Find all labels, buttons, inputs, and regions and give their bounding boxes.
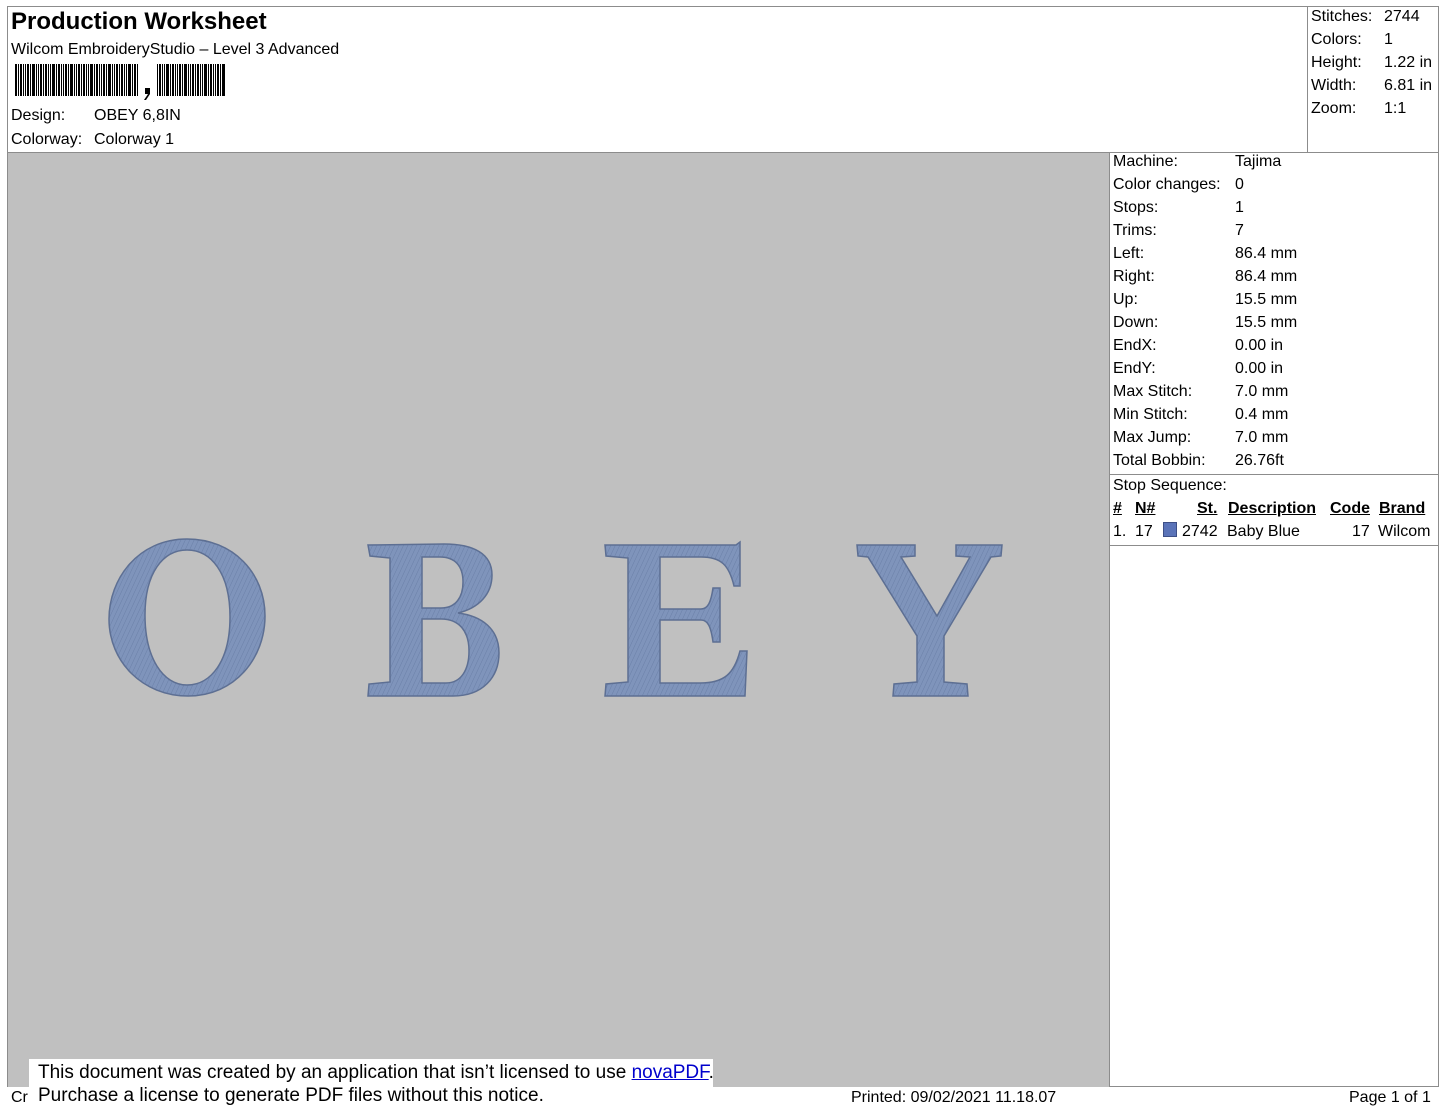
row-index: 1.: [1113, 523, 1127, 540]
column-header: Brand: [1379, 500, 1426, 517]
notice-text: This document was created by an applicat…: [38, 1062, 632, 1083]
column-header: N#: [1135, 500, 1156, 517]
embroidery-letters: [108, 538, 1003, 697]
summary-value: 1: [1384, 31, 1393, 48]
machine-info-value: Tajima: [1235, 153, 1282, 170]
machine-info-label: Up:: [1113, 291, 1138, 308]
row-code: 17: [1352, 523, 1370, 540]
design-label: Design:: [11, 107, 66, 124]
column-header: Description: [1228, 500, 1317, 517]
machine-info-value: 26.76ft: [1235, 452, 1284, 469]
machine-info-label: Stops:: [1113, 199, 1159, 216]
barcode-image: [15, 64, 225, 100]
summary-label: Colors:: [1311, 31, 1362, 48]
notice-period: .: [708, 1062, 714, 1083]
row-description: Baby Blue: [1227, 523, 1300, 540]
machine-info-label: Max Jump:: [1113, 429, 1192, 446]
machine-info-label: Left:: [1113, 245, 1145, 262]
machine-info-label: Machine:: [1113, 153, 1178, 170]
machine-info-value: 15.5 mm: [1235, 314, 1298, 331]
sidepanel-divider: [1109, 152, 1110, 1087]
machine-info-value: 86.4 mm: [1235, 268, 1298, 285]
colorway-label: Colorway:: [11, 131, 83, 148]
letter-y: [856, 544, 1003, 697]
machine-info-label: Color changes:: [1113, 176, 1221, 193]
stop-sequence-bottom-divider: [1109, 545, 1439, 546]
design-value: OBEY 6,8IN: [94, 107, 181, 124]
machine-info-label: Right:: [1113, 268, 1155, 285]
machine-info-value: 7.0 mm: [1235, 429, 1289, 446]
color-swatch: [1163, 522, 1177, 537]
page-title: Production Worksheet: [11, 8, 267, 35]
summary-value: 6.81 in: [1384, 77, 1433, 94]
letter-o: [108, 538, 266, 697]
stop-sequence-top-divider: [1109, 474, 1439, 475]
row-brand: Wilcom: [1378, 523, 1431, 540]
machine-info-value: 7.0 mm: [1235, 383, 1289, 400]
machine-info-label: EndX:: [1113, 337, 1157, 354]
machine-info-value: 0.4 mm: [1235, 406, 1289, 423]
letter-b: [367, 543, 500, 697]
machine-info-label: EndY:: [1113, 360, 1156, 377]
machine-info-value: 1: [1235, 199, 1244, 216]
page-number: Page 1 of 1: [1349, 1089, 1431, 1106]
summary-value: 2744: [1384, 8, 1420, 25]
novapdf-link[interactable]: novaPDF: [632, 1062, 709, 1083]
machine-info-label: Total Bobbin:: [1113, 452, 1206, 469]
machine-info-value: 7: [1235, 222, 1244, 239]
summary-value: 1.22 in: [1384, 54, 1433, 71]
frame-right: [1438, 6, 1439, 1087]
summary-label: Zoom:: [1311, 100, 1357, 117]
machine-info-label: Trims:: [1113, 222, 1157, 239]
machine-info-label: Max Stitch:: [1113, 383, 1193, 400]
license-notice: This document was created by an applicat…: [29, 1059, 714, 1112]
machine-info-value: 86.4 mm: [1235, 245, 1298, 262]
frame-top: [7, 6, 1439, 7]
stop-sequence-title: Stop Sequence:: [1113, 477, 1227, 494]
letter-e: [604, 540, 748, 697]
machine-info-value: 0.00 in: [1235, 337, 1284, 354]
machine-info-value: 15.5 mm: [1235, 291, 1298, 308]
software-name: Wilcom EmbroideryStudio – Level 3 Advanc…: [11, 41, 340, 58]
machine-info-value: 0: [1235, 176, 1244, 193]
column-header: St.: [1197, 500, 1218, 517]
row-needle: 17: [1135, 523, 1153, 540]
summary-label: Height:: [1311, 54, 1362, 71]
footer-left-text: Cr: [11, 1089, 28, 1106]
notice-line-2: Purchase a license to generate PDF files…: [38, 1085, 544, 1106]
summary-label: Stitches:: [1311, 8, 1373, 25]
colorway-value: Colorway 1: [94, 131, 175, 148]
column-header: Code: [1330, 500, 1370, 517]
summary-divider: [1307, 6, 1308, 153]
design-preview: [8, 153, 1109, 1087]
summary-value: 1:1: [1384, 100, 1407, 117]
notice-line-1: This document was created by an applicat…: [38, 1062, 714, 1084]
machine-info-label: Down:: [1113, 314, 1159, 331]
machine-info-label: Min Stitch:: [1113, 406, 1188, 423]
machine-info-value: 0.00 in: [1235, 360, 1284, 377]
row-stitches: 2742: [1182, 523, 1218, 540]
column-header: #: [1113, 500, 1122, 517]
printed-date: Printed: 09/02/2021 11.18.07: [851, 1089, 1057, 1106]
summary-label: Width:: [1311, 77, 1357, 94]
